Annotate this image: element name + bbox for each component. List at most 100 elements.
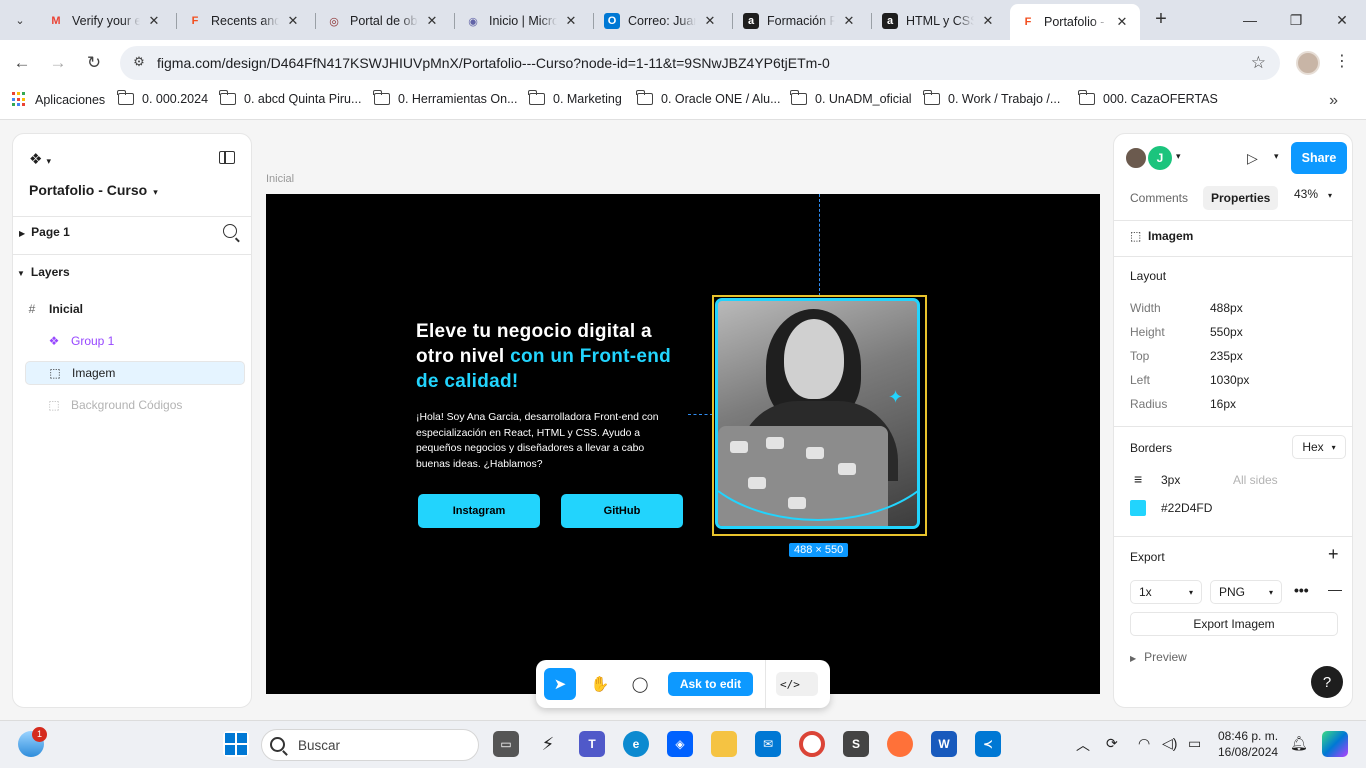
layer-group-1[interactable]: ❖ Group 1 — [25, 329, 245, 353]
present-play-icon[interactable]: ▷ — [1247, 150, 1258, 167]
sync-icon[interactable]: ⟳ — [1106, 735, 1118, 752]
layer-inicial[interactable]: # Inicial — [25, 297, 245, 321]
tab-portal[interactable]: ◎ Portal de obl ✕ — [316, 6, 450, 36]
border-color-value[interactable]: #22D4FD — [1161, 501, 1212, 515]
frame-label[interactable]: Inicial — [266, 173, 294, 185]
browser-menu-icon[interactable]: ⋮ — [1334, 51, 1350, 71]
tab-properties[interactable]: Properties — [1203, 186, 1279, 210]
back-button[interactable]: ← — [9, 50, 35, 76]
hero-description[interactable]: ¡Hola! Soy Ana Garcia, desarrolladora Fr… — [416, 410, 678, 472]
site-settings-icon[interactable]: ⚙ — [130, 54, 148, 72]
design-frame[interactable]: Eleve tu negocio digital a otro nivel co… — [266, 194, 1100, 694]
bookmark-folder[interactable]: 0. Work / Trabajo /... — [923, 90, 1060, 106]
tab-microsoft365[interactable]: ◉ Inicio | Micro ✕ — [455, 6, 589, 36]
export-scale-select[interactable]: 1x ▾ — [1130, 580, 1202, 604]
forward-button[interactable]: → — [45, 50, 71, 76]
profile-photo[interactable]: ✦ — [715, 298, 920, 529]
app-s-icon[interactable]: S — [843, 731, 869, 757]
dev-mode-toggle[interactable]: </> — [776, 672, 818, 696]
close-window-button[interactable]: ✕ — [1322, 6, 1362, 34]
task-view-icon[interactable]: ▭ — [493, 731, 519, 757]
teams-icon[interactable]: T — [579, 731, 605, 757]
bookmark-folder[interactable]: 000. CazaOFERTAS — [1078, 90, 1218, 106]
user-avatar[interactable] — [1124, 146, 1148, 170]
prop-top-value[interactable]: 235px — [1210, 349, 1243, 363]
bookmark-folder[interactable]: 0. UnADM_oficial — [790, 90, 912, 106]
dropbox-icon[interactable]: ◈ — [667, 731, 693, 757]
figma-menu-button[interactable]: ❖ ▾ — [29, 150, 51, 168]
tab-figma-portafolio[interactable]: F Portafolio - C ✕ — [1010, 4, 1140, 40]
help-button[interactable]: ? — [1311, 666, 1343, 698]
close-icon[interactable]: ✕ — [563, 13, 579, 29]
reload-button[interactable]: ↻ — [81, 50, 107, 76]
chrome-icon[interactable] — [799, 731, 825, 757]
bookmark-folder[interactable]: 0. 000.2024 — [117, 90, 208, 106]
battery-icon[interactable]: ▭ — [1188, 735, 1201, 752]
preview-toggle[interactable]: ▶ Preview — [1130, 650, 1187, 664]
firefox-icon[interactable] — [887, 731, 913, 757]
close-icon[interactable]: ✕ — [424, 13, 440, 29]
close-icon[interactable]: ✕ — [980, 13, 996, 29]
mail-icon[interactable]: ✉ — [755, 731, 781, 757]
share-button[interactable]: Share — [1291, 142, 1347, 174]
volume-icon[interactable]: ◁) — [1162, 735, 1177, 752]
tab-alura-html[interactable]: a HTML y CSS: ✕ — [872, 6, 1006, 36]
close-icon[interactable]: ✕ — [702, 13, 718, 29]
windows-start-icon[interactable] — [223, 731, 249, 757]
search-icon[interactable] — [223, 224, 237, 238]
close-icon[interactable]: ✕ — [1114, 14, 1130, 30]
export-button[interactable]: Export Imagem — [1130, 612, 1338, 636]
prop-width-value[interactable]: 488px — [1210, 301, 1243, 315]
layer-background-codigos[interactable]: ⬚ Background Códigos — [25, 393, 245, 417]
new-tab-button[interactable]: + — [1150, 9, 1172, 31]
file-name-button[interactable]: Portafolio - Curso ▾ — [29, 182, 158, 198]
remove-export-icon[interactable]: — — [1328, 581, 1342, 597]
bookmark-apps[interactable]: Aplicaciones — [12, 92, 105, 107]
more-bookmarks-icon[interactable]: » — [1329, 92, 1338, 110]
show-hidden-icons[interactable]: ︿ — [1076, 735, 1090, 755]
bookmark-folder[interactable]: 0. Herramientas On... — [373, 90, 518, 106]
close-icon[interactable]: ✕ — [841, 13, 857, 29]
wifi-icon[interactable]: ◠ — [1138, 735, 1150, 752]
copilot-icon[interactable] — [1322, 731, 1348, 757]
hero-title[interactable]: Eleve tu negocio digital a otro nivel co… — [416, 319, 686, 394]
profile-avatar[interactable] — [1296, 51, 1320, 75]
comment-tool-button[interactable]: ◯ — [624, 668, 656, 700]
vscode-icon[interactable]: ≺ — [975, 731, 1001, 757]
zoom-dropdown[interactable]: 43% ▾ — [1294, 187, 1332, 201]
chevron-down-icon[interactable]: ▾ — [1274, 151, 1279, 162]
minimize-button[interactable]: — — [1230, 6, 1270, 34]
tab-figma-recents[interactable]: F Recents and ✕ — [177, 6, 311, 36]
toggle-sidebar-icon[interactable] — [219, 151, 235, 164]
taskbar-search[interactable]: Buscar — [261, 729, 479, 761]
app-icon[interactable]: ⚡ — [535, 731, 561, 757]
bookmark-folder[interactable]: 0. Marketing — [528, 90, 622, 106]
prop-height-value[interactable]: 550px — [1210, 325, 1243, 339]
instagram-button[interactable]: Instagram — [418, 494, 540, 528]
clock[interactable]: 08:46 p. m. 16/08/2024 — [1218, 728, 1278, 760]
tab-comments[interactable]: Comments — [1122, 186, 1196, 210]
move-tool-button[interactable]: ➤ — [544, 668, 576, 700]
bookmark-star-icon[interactable]: ☆ — [1251, 53, 1266, 73]
close-icon[interactable]: ✕ — [285, 13, 301, 29]
tab-gmail[interactable]: M Verify your e ✕ — [38, 6, 172, 36]
border-width-value[interactable]: 3px — [1161, 473, 1180, 487]
bookmark-folder[interactable]: 0. Oracle ONE / Alu... — [636, 90, 781, 106]
add-export-icon[interactable]: + — [1328, 544, 1339, 565]
close-icon[interactable]: ✕ — [146, 13, 162, 29]
tab-search-button[interactable]: ⌄ — [8, 8, 32, 32]
layers-header[interactable]: ▼ Layers — [17, 265, 70, 279]
prop-left-value[interactable]: 1030px — [1210, 373, 1249, 387]
border-sides-value[interactable]: All sides — [1233, 473, 1278, 487]
user-avatar-initial[interactable]: J — [1148, 146, 1172, 170]
notifications-bell-icon[interactable]: 🔔︎ — [1290, 735, 1308, 752]
address-bar[interactable]: ⚙ figma.com/design/D464FfN417KSWJHIUVpMn… — [120, 46, 1280, 80]
ask-to-edit-button[interactable]: Ask to edit — [668, 672, 753, 696]
layer-imagem[interactable]: ⬚ Imagem — [25, 361, 245, 385]
bookmark-folder[interactable]: 0. abcd Quinta Piru... — [219, 90, 361, 106]
hand-tool-button[interactable]: ✋ — [584, 668, 616, 700]
export-format-select[interactable]: PNG ▾ — [1210, 580, 1282, 604]
more-options-icon[interactable]: ••• — [1294, 582, 1309, 598]
prop-radius-value[interactable]: 16px — [1210, 397, 1236, 411]
tab-outlook[interactable]: O Correo: Juan ✕ — [594, 6, 728, 36]
